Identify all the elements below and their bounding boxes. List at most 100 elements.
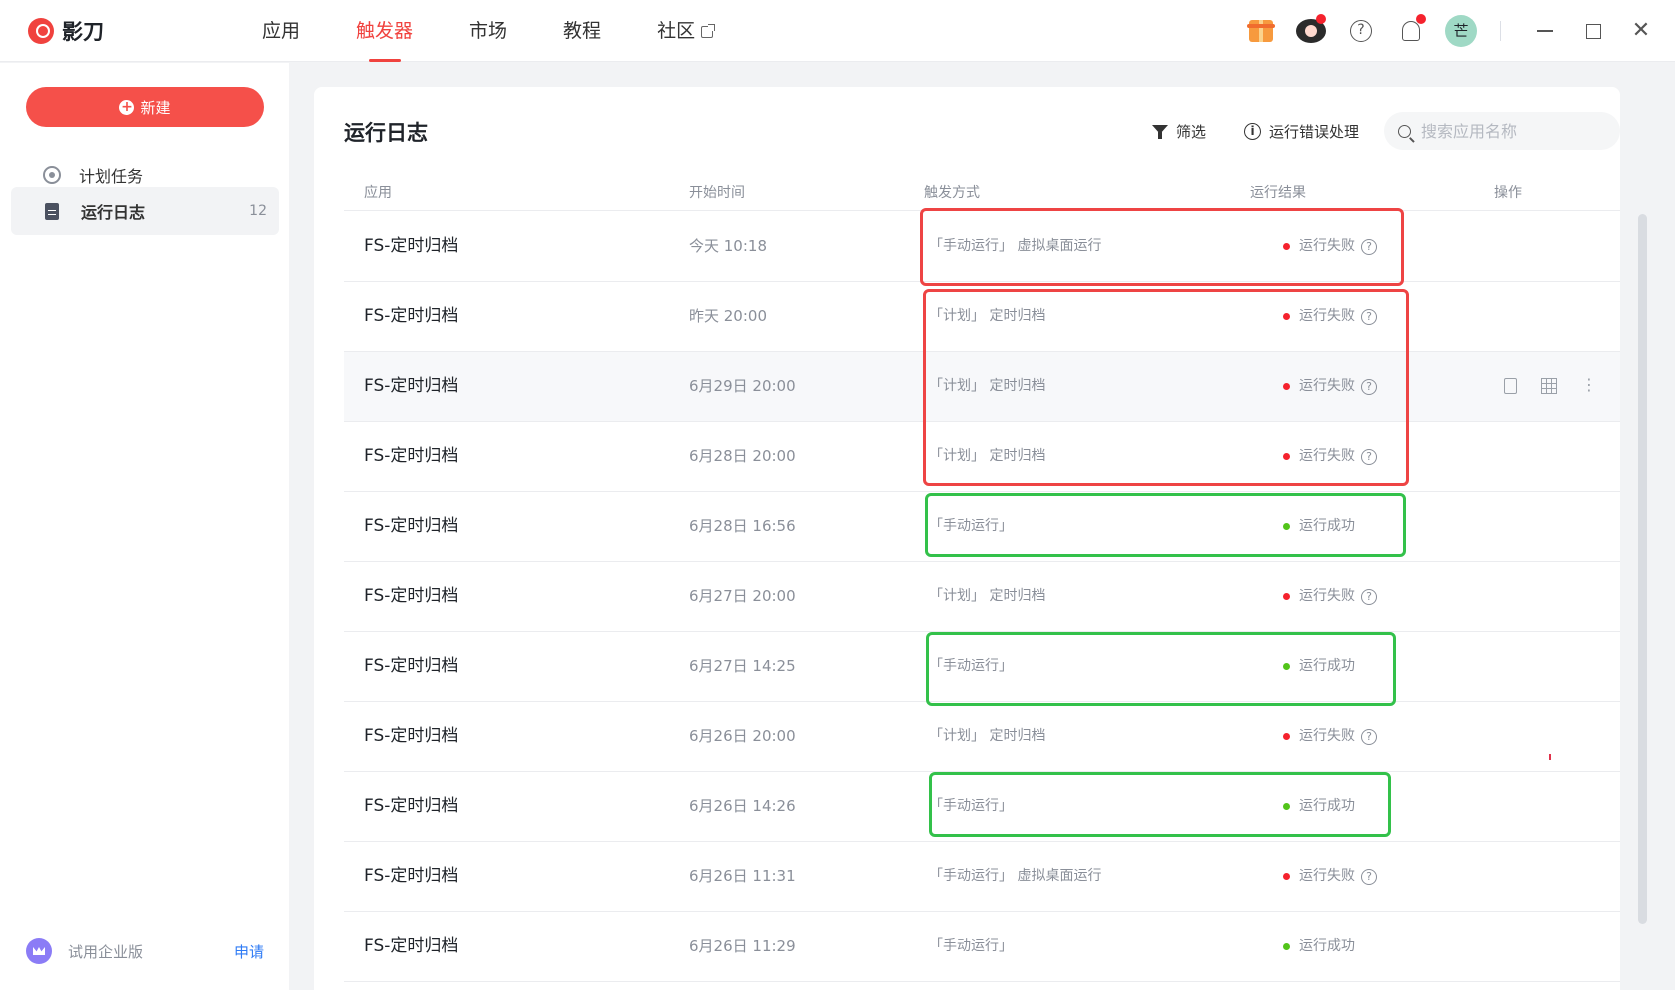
row-app-name: FS-定时归档 — [364, 796, 459, 816]
trial-enterprise: 试用企业版 申请 — [26, 936, 264, 966]
table-row[interactable]: FS-定时归档 6月28日 16:56 「手动运行」 运行成功 — [344, 492, 1620, 562]
status-dot — [1283, 243, 1290, 250]
trial-label: 试用企业版 — [68, 942, 144, 961]
status-dot — [1283, 313, 1290, 320]
close-button[interactable]: ✕ — [1617, 14, 1665, 48]
row-app-name: FS-定时归档 — [364, 306, 459, 326]
row-start-time: 6月27日 14:25 — [689, 657, 796, 675]
table-row[interactable]: FS-定时归档 6月28日 20:00 「计划」 定时归档 运行失败 ? — [344, 422, 1620, 492]
help-icon[interactable]: ? — [1361, 238, 1377, 255]
row-app-name: FS-定时归档 — [364, 866, 459, 886]
row-result: 运行失败 ? — [1283, 422, 1377, 491]
row-trigger: 「手动运行」 虚拟桌面运行 — [929, 238, 1102, 254]
gift-button[interactable] — [1244, 14, 1278, 48]
log-document-icon[interactable] — [1504, 378, 1517, 394]
row-result-label: 运行失败 — [1299, 728, 1355, 744]
row-result: 运行失败 ? — [1283, 562, 1377, 631]
row-result-label: 运行失败 — [1299, 238, 1355, 254]
status-dot — [1283, 593, 1290, 600]
row-app-name: FS-定时归档 — [364, 936, 459, 956]
nav-triggers[interactable]: 触发器 — [356, 0, 413, 62]
row-result: 运行失败 ? — [1283, 352, 1377, 421]
main-nav: 应用 触发器 市场 教程 社区 — [262, 0, 769, 62]
status-dot — [1283, 663, 1290, 670]
help-icon[interactable]: ? — [1361, 728, 1377, 745]
notification-button[interactable] — [1394, 14, 1428, 48]
nav-market-label: 市场 — [469, 20, 508, 42]
help-icon[interactable]: ? — [1361, 378, 1377, 395]
row-result-label: 运行成功 — [1299, 938, 1355, 954]
table-row[interactable]: FS-定时归档 6月26日 14:26 「手动运行」 运行成功 — [344, 772, 1620, 842]
row-result-label: 运行失败 — [1299, 308, 1355, 324]
avatar-button[interactable]: 芒 — [1444, 14, 1478, 48]
help-button[interactable]: ? — [1344, 14, 1378, 48]
app-name: 影刀 — [62, 20, 104, 44]
help-icon[interactable]: ? — [1361, 308, 1377, 325]
column-start-time: 开始时间 — [689, 185, 745, 201]
table-row[interactable]: FS-定时归档 今天 10:18 「手动运行」 虚拟桌面运行 运行失败 ? — [344, 212, 1620, 282]
search-input[interactable] — [1421, 121, 1601, 141]
row-app-name: FS-定时归档 — [364, 586, 459, 606]
table-row[interactable]: FS-定时归档 6月26日 11:31 「手动运行」 虚拟桌面运行 运行失败 ? — [344, 842, 1620, 912]
table-row[interactable]: FS-定时归档 6月29日 20:00 「计划」 定时归档 运行失败 ? ⋮ — [344, 352, 1620, 422]
column-trigger: 触发方式 — [924, 185, 980, 201]
row-app-name: FS-定时归档 — [364, 376, 459, 396]
help-icon[interactable]: ? — [1361, 868, 1377, 885]
row-start-time: 6月28日 16:56 — [689, 517, 796, 535]
eye-button[interactable] — [1294, 14, 1328, 48]
main-panel: 运行日志 筛选 i 运行错误处理 应用 开始时间 触发方式 运行结果 操作 FS… — [314, 87, 1620, 990]
table-body: FS-定时归档 今天 10:18 「手动运行」 虚拟桌面运行 运行失败 ? FS-定… — [344, 212, 1620, 982]
new-button-label: 新建 — [140, 98, 171, 117]
row-result-label: 运行失败 — [1299, 378, 1355, 394]
row-trigger: 「计划」 定时归档 — [929, 308, 1046, 324]
minimize-button[interactable] — [1521, 14, 1569, 48]
row-app-name: FS-定时归档 — [364, 726, 459, 746]
info-icon: i — [1244, 123, 1261, 140]
scrollbar[interactable] — [1638, 214, 1647, 924]
minimize-icon — [1537, 30, 1553, 32]
error-handling-label: 运行错误处理 — [1269, 123, 1360, 141]
status-dot — [1283, 733, 1290, 740]
row-result-label: 运行失败 — [1299, 868, 1355, 884]
sidebar: + 新建 计划任务 运行日志 12 试用企业版 申请 — [0, 63, 289, 990]
table-row[interactable]: FS-定时归档 6月26日 11:29 「手动运行」 运行成功 — [344, 912, 1620, 982]
nav-apps-label: 应用 — [262, 20, 301, 42]
row-app-name: FS-定时归档 — [364, 236, 459, 256]
close-icon: ✕ — [1631, 18, 1651, 43]
logo-icon — [28, 18, 54, 44]
row-result: 运行失败 ? — [1283, 702, 1377, 771]
new-button[interactable]: + 新建 — [26, 87, 264, 127]
row-result-label: 运行成功 — [1299, 658, 1355, 674]
help-icon[interactable]: ? — [1361, 448, 1377, 465]
nav-apps[interactable]: 应用 — [262, 0, 300, 62]
help-icon[interactable]: ? — [1361, 588, 1377, 605]
row-start-time: 6月29日 20:00 — [689, 377, 796, 395]
more-icon[interactable]: ⋮ — [1581, 377, 1597, 394]
row-result: 运行失败 ? — [1283, 842, 1377, 911]
table-row[interactable]: FS-定时归档 6月27日 14:25 「手动运行」 运行成功 — [344, 632, 1620, 702]
row-result: 运行成功 — [1283, 632, 1355, 701]
status-dot — [1283, 943, 1290, 950]
row-trigger: 「手动运行」 虚拟桌面运行 — [929, 868, 1102, 884]
row-result: 运行失败 ? — [1283, 212, 1377, 281]
column-app: 应用 — [364, 185, 392, 201]
table-row[interactable]: FS-定时归档 昨天 20:00 「计划」 定时归档 运行失败 ? — [344, 282, 1620, 352]
row-start-time: 今天 10:18 — [689, 237, 767, 255]
apply-link[interactable]: 申请 — [234, 941, 264, 962]
table-row[interactable]: FS-定时归档 6月26日 20:00 「计划」 定时归档 运行失败 ? — [344, 702, 1620, 772]
crown-icon — [26, 938, 52, 964]
external-link-icon — [701, 24, 716, 38]
nav-tutorials[interactable]: 教程 — [563, 0, 601, 62]
table-view-icon[interactable] — [1541, 378, 1557, 394]
sidebar-item-run-logs[interactable]: 运行日志 12 — [11, 187, 279, 235]
nav-community[interactable]: 社区 — [657, 0, 716, 62]
maximize-button[interactable] — [1569, 14, 1617, 48]
table-row[interactable]: FS-定时归档 6月27日 20:00 「计划」 定时归档 运行失败 ? — [344, 562, 1620, 632]
nav-market[interactable]: 市场 — [469, 0, 507, 62]
app-logo[interactable]: 影刀 — [28, 16, 104, 46]
row-start-time: 6月28日 20:00 — [689, 447, 796, 465]
row-start-time: 昨天 20:00 — [689, 307, 767, 325]
page-title: 运行日志 — [344, 121, 428, 145]
error-handling-button[interactable]: i 运行错误处理 — [1244, 121, 1359, 142]
filter-button[interactable]: 筛选 — [1152, 121, 1206, 142]
